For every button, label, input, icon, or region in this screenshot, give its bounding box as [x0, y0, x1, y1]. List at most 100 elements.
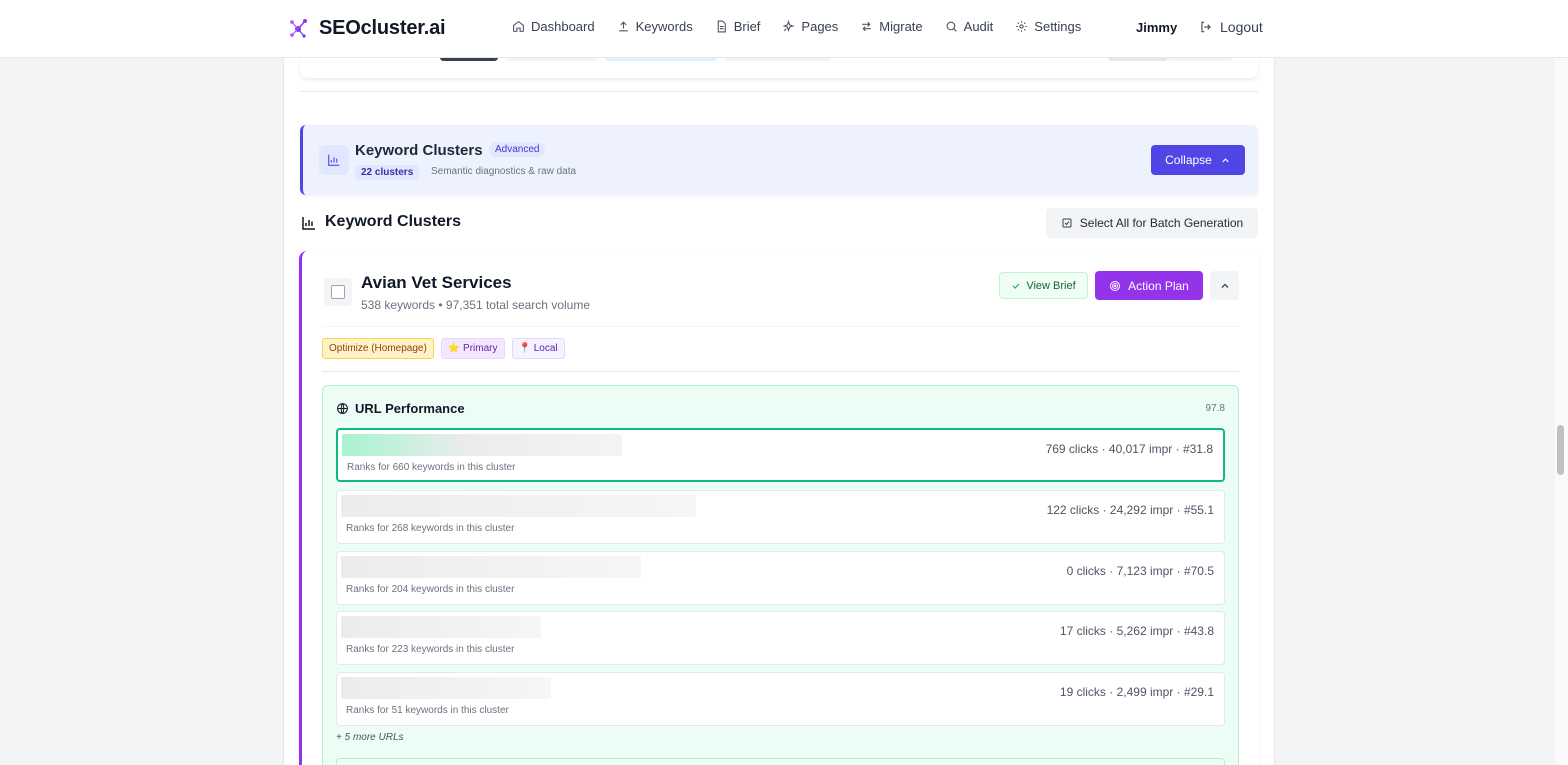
- tag-local: 📍 Local: [511, 338, 565, 359]
- top-navbar: SEOcluster.ai Dashboard Keywords Brief P…: [0, 0, 1568, 58]
- document-icon: [717, 20, 726, 33]
- url-row[interactable]: 122 clicks · 24,292 impr · #55.1 Ranks f…: [336, 490, 1225, 544]
- panel-title: Keyword Clusters: [355, 142, 483, 159]
- logo-icon: [290, 19, 307, 38]
- advanced-clusters-panel: Keyword Clusters Advanced 22 clusters Se…: [300, 125, 1258, 195]
- url-stats: 0 clicks · 7,123 impr · #70.5: [1066, 564, 1214, 578]
- cluster-card: Avian Vet Services 538 keywords • 97,351…: [299, 251, 1259, 765]
- cluster-meta: 538 keywords • 97,351 total search volum…: [361, 298, 590, 312]
- redacted-url: [341, 616, 541, 638]
- panel-subtitle: Semantic diagnostics & raw data: [431, 166, 577, 177]
- url-stats: 769 clicks · 40,017 impr · #31.8: [1045, 442, 1213, 456]
- prev-tab-active[interactable]: [440, 58, 498, 61]
- chevron-up-icon: [1221, 283, 1228, 288]
- url-performance-title: URL Performance: [355, 401, 465, 416]
- url-stats: 17 clicks · 5,262 impr · #43.8: [1059, 624, 1214, 638]
- redacted-url: [341, 556, 641, 578]
- upload-icon: [618, 21, 628, 32]
- divider: [300, 91, 1258, 92]
- url-rank-info: Ranks for 660 keywords in this cluster: [347, 462, 516, 473]
- page-scrollbar[interactable]: [1555, 58, 1568, 765]
- tag-primary: ⭐ Primary: [440, 338, 505, 359]
- nav-links: Dashboard Keywords Brief Pages Migrate A…: [512, 19, 1081, 34]
- url-stats: 19 clicks · 2,499 impr · #29.1: [1059, 685, 1214, 699]
- nav-pages[interactable]: Pages: [782, 19, 838, 34]
- collapse-label: Collapse: [1165, 153, 1212, 167]
- arrows-icon: [862, 21, 872, 32]
- next-panel: [336, 758, 1225, 765]
- check-icon: [1013, 283, 1020, 289]
- url-row[interactable]: 769 clicks · 40,017 impr · #31.8 Ranks f…: [336, 428, 1225, 482]
- prev-tab[interactable]: [605, 58, 717, 61]
- action-plan-label: Action Plan: [1128, 278, 1189, 293]
- divider: [322, 326, 1239, 327]
- view-brief-button[interactable]: View Brief: [999, 272, 1088, 299]
- url-rank-info: Ranks for 51 keywords in this cluster: [346, 705, 509, 716]
- target-icon: [1110, 280, 1121, 291]
- nav-audit[interactable]: Audit: [945, 19, 994, 34]
- cluster-checkbox[interactable]: [324, 278, 352, 306]
- action-plan-button[interactable]: Action Plan: [1095, 271, 1203, 300]
- section-title: Keyword Clusters: [325, 213, 462, 230]
- nav-audit-label: Audit: [963, 19, 994, 34]
- bar-chart-icon: [319, 145, 349, 175]
- brand-name: SEOcluster.ai: [319, 16, 446, 39]
- cluster-tags: Optimize (Homepage) ⭐ Primary 📍 Local: [322, 338, 565, 359]
- checkbox-icon: [1062, 218, 1072, 228]
- nav-brief[interactable]: Brief: [715, 19, 761, 34]
- previous-card-bottom: [300, 58, 1258, 78]
- more-urls-link[interactable]: + 5 more URLs: [336, 732, 404, 743]
- nav-pages-label: Pages: [801, 19, 839, 34]
- scrollbar-thumb[interactable]: [1557, 425, 1564, 475]
- prev-button[interactable]: [1168, 58, 1232, 61]
- collapse-cluster-button[interactable]: [1210, 271, 1239, 300]
- url-rank-info: Ranks for 204 keywords in this cluster: [346, 584, 515, 595]
- sparkle-icon: [782, 20, 795, 33]
- redacted-url: [341, 495, 696, 517]
- cluster-count-badge: 22 clusters: [355, 165, 420, 180]
- view-brief-label: View Brief: [1026, 279, 1076, 292]
- brand[interactable]: SEOcluster.ai: [289, 16, 446, 40]
- cluster-name: Avian Vet Services: [361, 273, 512, 292]
- url-performance-header: URL Performance: [336, 401, 465, 416]
- nav-keywords[interactable]: Keywords: [617, 19, 693, 34]
- main-content: Keyword Clusters Advanced 22 clusters Se…: [283, 58, 1275, 765]
- select-all-label: Select All for Batch Generation: [1079, 216, 1244, 230]
- divider: [322, 371, 1239, 372]
- chevron-up-icon: [1222, 157, 1229, 162]
- url-rank-info: Ranks for 223 keywords in this cluster: [346, 644, 515, 655]
- nav-dashboard-label: Dashboard: [531, 19, 595, 34]
- url-row[interactable]: 19 clicks · 2,499 impr · #29.1 Ranks for…: [336, 672, 1225, 726]
- url-row[interactable]: 0 clicks · 7,123 impr · #70.5 Ranks for …: [336, 551, 1225, 605]
- prev-tab[interactable]: [725, 58, 831, 61]
- checkbox-box: [331, 285, 345, 299]
- user-name[interactable]: Jimmy: [1136, 20, 1177, 35]
- bar-chart-icon: [300, 214, 318, 232]
- select-all-button[interactable]: Select All for Batch Generation: [1046, 208, 1258, 238]
- logout-icon: [1201, 21, 1211, 33]
- logout-button[interactable]: Logout: [1199, 19, 1263, 35]
- advanced-badge: Advanced: [489, 142, 546, 157]
- url-stats: 122 clicks · 24,292 impr · #55.1: [1046, 503, 1214, 517]
- redacted-url: [341, 677, 551, 699]
- gear-icon: [1016, 21, 1028, 32]
- search-icon: [946, 21, 957, 32]
- nav-keywords-label: Keywords: [635, 19, 693, 34]
- collapse-button[interactable]: Collapse: [1151, 145, 1245, 175]
- performance-score: 97.8: [1205, 403, 1225, 414]
- prev-button[interactable]: [1108, 58, 1168, 61]
- nav-brief-label: Brief: [733, 19, 761, 34]
- nav-settings[interactable]: Settings: [1015, 19, 1081, 34]
- url-row[interactable]: 17 clicks · 5,262 impr · #43.8 Ranks for…: [336, 611, 1225, 665]
- url-rank-info: Ranks for 268 keywords in this cluster: [346, 523, 515, 534]
- redacted-url: [342, 434, 622, 456]
- home-icon: [513, 20, 524, 32]
- nav-dashboard[interactable]: Dashboard: [512, 19, 595, 34]
- url-performance-panel: URL Performance 97.8 769 clicks · 40,017…: [322, 385, 1239, 765]
- nav-settings-label: Settings: [1034, 19, 1082, 34]
- logout-label: Logout: [1220, 19, 1263, 35]
- tag-optimize: Optimize (Homepage): [322, 338, 434, 359]
- prev-tab[interactable]: [506, 58, 598, 61]
- globe-icon: [337, 403, 348, 414]
- nav-migrate[interactable]: Migrate: [860, 19, 923, 34]
